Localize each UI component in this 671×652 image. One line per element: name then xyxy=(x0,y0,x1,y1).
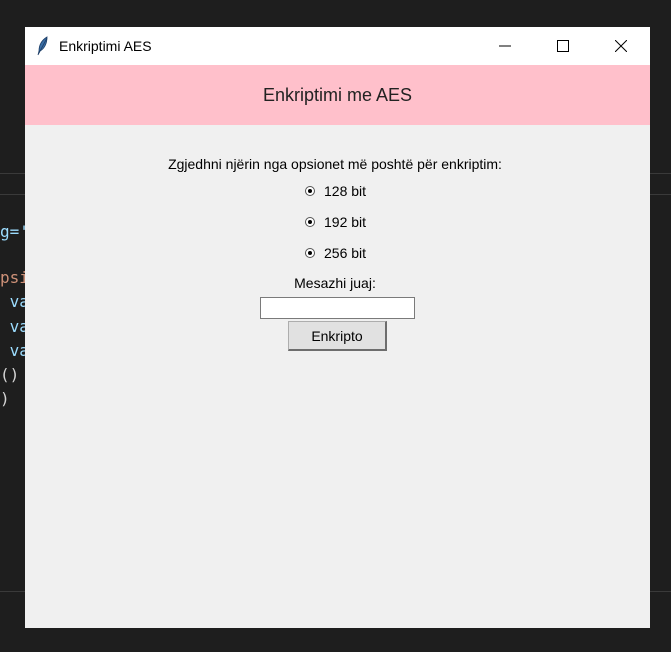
radio-option-256[interactable]: 256 bit xyxy=(305,245,366,261)
minimize-icon xyxy=(499,45,511,47)
close-button[interactable] xyxy=(592,27,650,65)
maximize-icon xyxy=(557,40,569,52)
minimize-button[interactable] xyxy=(476,27,534,65)
message-label: Mesazhi juaj: xyxy=(294,275,376,291)
radio-option-128[interactable]: 128 bit xyxy=(305,183,366,199)
radio-label: 256 bit xyxy=(324,245,367,261)
radio-option-192[interactable]: 192 bit xyxy=(305,214,366,230)
encrypt-button[interactable]: Enkripto xyxy=(288,321,387,351)
options-prompt: Zgjedhni njërin nga opsionet më poshtë p… xyxy=(168,156,502,172)
code-line: () xyxy=(0,365,20,384)
radio-button[interactable] xyxy=(305,217,315,227)
page-title: Enkriptimi me AES xyxy=(262,84,413,105)
radio-label: 128 bit xyxy=(324,183,367,199)
radio-button[interactable] xyxy=(305,248,315,258)
radio-button[interactable] xyxy=(305,186,315,196)
message-input[interactable] xyxy=(260,297,415,319)
feather-icon xyxy=(37,36,51,56)
close-icon xyxy=(615,40,627,52)
radio-label: 192 bit xyxy=(324,214,367,230)
title-bar[interactable]: Enkriptimi AES xyxy=(25,27,650,65)
header-banner: Enkriptimi me AES xyxy=(25,65,650,125)
window-controls xyxy=(476,27,650,65)
window-title: Enkriptimi AES xyxy=(59,38,152,54)
maximize-button[interactable] xyxy=(534,27,592,65)
form-area: Zgjedhni njërin nga opsionet më poshtë p… xyxy=(25,125,650,628)
code-line: ) xyxy=(0,389,10,408)
app-window: Enkriptimi AES Enkriptimi me AES Zgjedhn… xyxy=(25,27,650,628)
